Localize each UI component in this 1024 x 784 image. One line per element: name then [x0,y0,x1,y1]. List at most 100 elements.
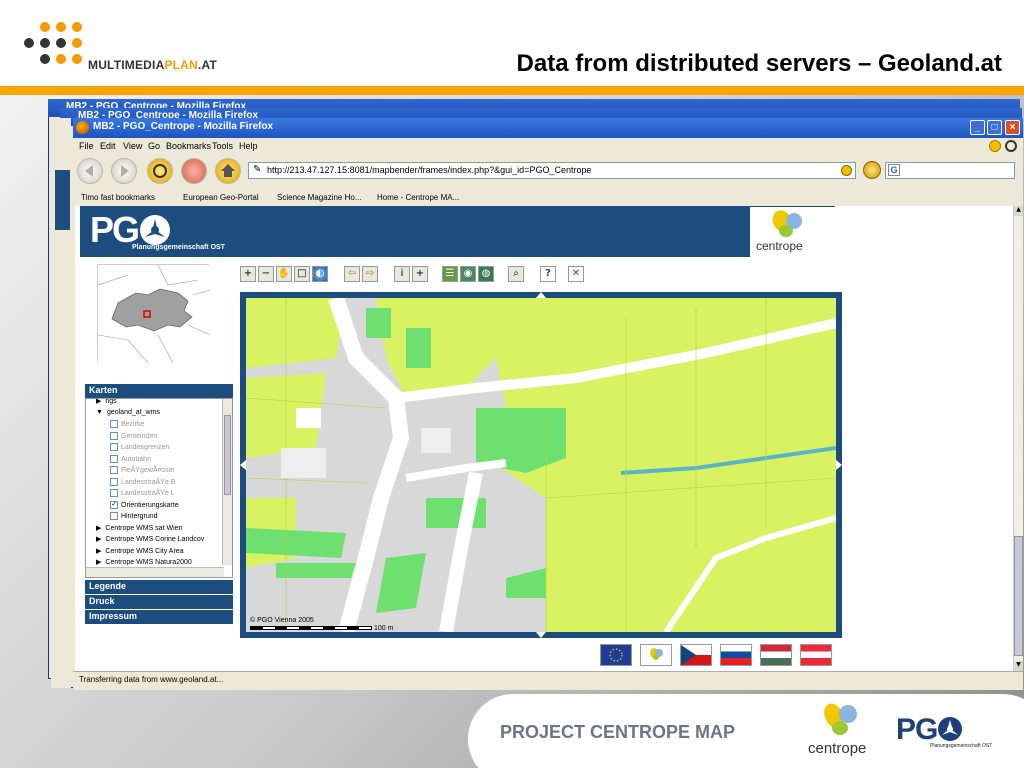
measure-icon[interactable]: + [412,266,428,282]
throbber-icon [1005,140,1017,152]
next-view-icon[interactable]: ⇨ [362,266,378,282]
tree-item[interactable]: ▶ ngs [96,398,117,405]
main-map[interactable]: © PGO Vienna 2005 100 m [246,298,836,632]
footer-pgo-logo: PG [896,713,963,747]
pan-hand-icon[interactable]: ✋ [276,266,292,282]
expand-arrow-icon[interactable]: ▶ [96,559,101,566]
help-icon[interactable]: ? [540,266,556,282]
add-wms-icon[interactable]: ◉ [460,266,476,282]
menu-tools[interactable]: Tools [212,141,233,151]
layer-checkbox[interactable] [110,477,118,486]
tree-item[interactable]: ▶ Centrope WMS Corine Landcov [96,535,204,543]
back-window-banner [55,170,70,230]
pgo-subtitle: Planungsgemeinschaft OST [132,244,225,251]
tree-scrollbar[interactable] [222,399,232,565]
tree-item[interactable]: Landesgrenzen [110,443,169,451]
menu-help[interactable]: Help [239,141,258,151]
layer-checkbox[interactable] [110,466,118,474]
expand-arrow-icon[interactable]: ▶ [96,548,101,555]
close-icon[interactable]: ✕ [568,266,584,282]
tree-item[interactable]: Gemeinden [110,431,157,440]
search-input[interactable]: G [885,162,1015,179]
tree-item[interactable]: ▶ Centrope WMS Natura2000 [96,558,192,566]
scale-bar [250,626,372,630]
tree-item[interactable]: LandesstraÃŸe B [110,477,176,486]
page-scrollbar[interactable]: ▲ ▼ [1013,206,1023,671]
globe-layer-icon[interactable]: ◍ [478,266,494,282]
scroll-up-icon[interactable]: ▲ [1014,206,1023,216]
multimediaplan-logo-icon [22,22,92,72]
overview-map[interactable] [97,264,211,364]
tree-item[interactable]: FleÃŸgewÃ¤sser [110,466,175,474]
tree-item[interactable]: Bezirke [110,420,144,428]
minimize-button[interactable]: _ [970,120,985,135]
previous-view-icon[interactable]: ⇦ [344,266,360,282]
firefox-icon [76,121,89,134]
expand-arrow-icon[interactable]: ▶ [96,536,101,543]
bookmark-item[interactable]: Timo fast bookmarks [81,193,155,202]
tree-hscrollbar[interactable] [86,567,224,577]
layer-checkbox[interactable] [110,512,118,520]
bookmark-item[interactable]: Home - Centrope MA... [377,193,459,202]
layer-checkbox[interactable] [110,489,118,497]
collapse-arrow-icon[interactable]: ▼ [96,409,103,416]
expand-arrow-icon[interactable]: ▶ [96,399,101,405]
pan-south-icon[interactable] [536,632,546,638]
zoom-box-icon[interactable]: □ [294,266,310,282]
expand-arrow-icon[interactable]: ▶ [96,525,101,532]
impressum-header[interactable]: Impressum [85,610,233,624]
layer-checkbox[interactable] [110,420,118,428]
home-button[interactable] [215,158,241,184]
bookmark-item[interactable]: Science Magazine Ho... [277,193,362,202]
zoom-out-icon[interactable]: − [258,266,274,282]
maximize-button[interactable]: □ [987,120,1002,135]
scroll-thumb[interactable] [224,415,231,495]
scroll-down-icon[interactable]: ▼ [1014,661,1023,671]
layer-list-icon[interactable]: ☰ [442,266,458,282]
karten-header[interactable]: Karten [85,384,233,398]
page-scroll-thumb[interactable] [1014,536,1023,656]
layer-tree: ▶ ngs ▼ geoland_at_wms Bezirke Gemeinden Lande… [85,398,233,578]
menu-file[interactable]: File [79,141,94,151]
tree-item-label: ngs [105,398,117,405]
tree-item[interactable]: Hintergrund [110,512,158,520]
full-extent-globe-icon[interactable]: ◐ [312,266,328,282]
tree-item[interactable]: Autobahn [110,454,151,463]
pan-north-icon[interactable] [536,292,546,298]
tree-item-label: LandesstraÃŸe B [121,478,176,486]
menu-go[interactable]: Go [148,141,160,151]
tree-item[interactable]: ▶ Centrope WMS City Area [96,547,184,555]
menu-bookmarks[interactable]: Bookmarks [166,141,211,151]
pan-east-icon[interactable] [836,460,842,470]
stop-button[interactable] [181,158,207,184]
tree-item[interactable]: LandesstraÃŸe L [110,489,175,497]
tree-item-label: Bezirke [121,420,145,428]
zoom-in-icon[interactable]: + [240,266,256,282]
tree-item-label: Centrope WMS sat Wien [105,524,183,532]
layer-checkbox[interactable]: ✓ [110,500,118,509]
legende-header[interactable]: Legende [85,580,233,594]
address-bar[interactable]: ✎ http://213.47.127.15:8081/mapbender/fr… [248,162,856,179]
layer-checkbox[interactable] [110,454,118,463]
druck-header[interactable]: Druck [85,595,233,609]
menu-edit[interactable]: Edit [100,141,116,151]
layer-checkbox[interactable] [110,431,118,440]
feature-info-icon[interactable]: i [394,266,410,282]
tree-item[interactable]: ✓ Orientierungskarte [110,500,179,509]
search-magnifier-icon[interactable]: ⌕ [508,266,524,282]
site-icon [841,165,852,176]
tree-item[interactable]: ▶ Centrope WMS sat Wien [96,524,182,532]
pan-west-icon[interactable] [240,460,246,470]
page-content: PG Planungsgemeinschaft OST centrope + −… [75,206,1013,671]
reload-button[interactable] [147,158,173,184]
tree-item[interactable]: ▼ geoland_at_wms [96,409,160,416]
google-search-icon[interactable]: G [888,164,900,176]
layer-checkbox[interactable] [110,443,118,451]
close-window-button[interactable]: × [1005,120,1020,135]
go-button[interactable] [863,161,881,179]
forward-button[interactable] [111,158,137,184]
back-button[interactable] [77,158,103,184]
bookmark-item[interactable]: European Geo-Portal [183,193,259,202]
menu-view[interactable]: View [123,141,142,151]
window-title-bar[interactable]: MB2 - PGO_Centrope - Mozilla Firefox _ □… [73,118,1023,138]
